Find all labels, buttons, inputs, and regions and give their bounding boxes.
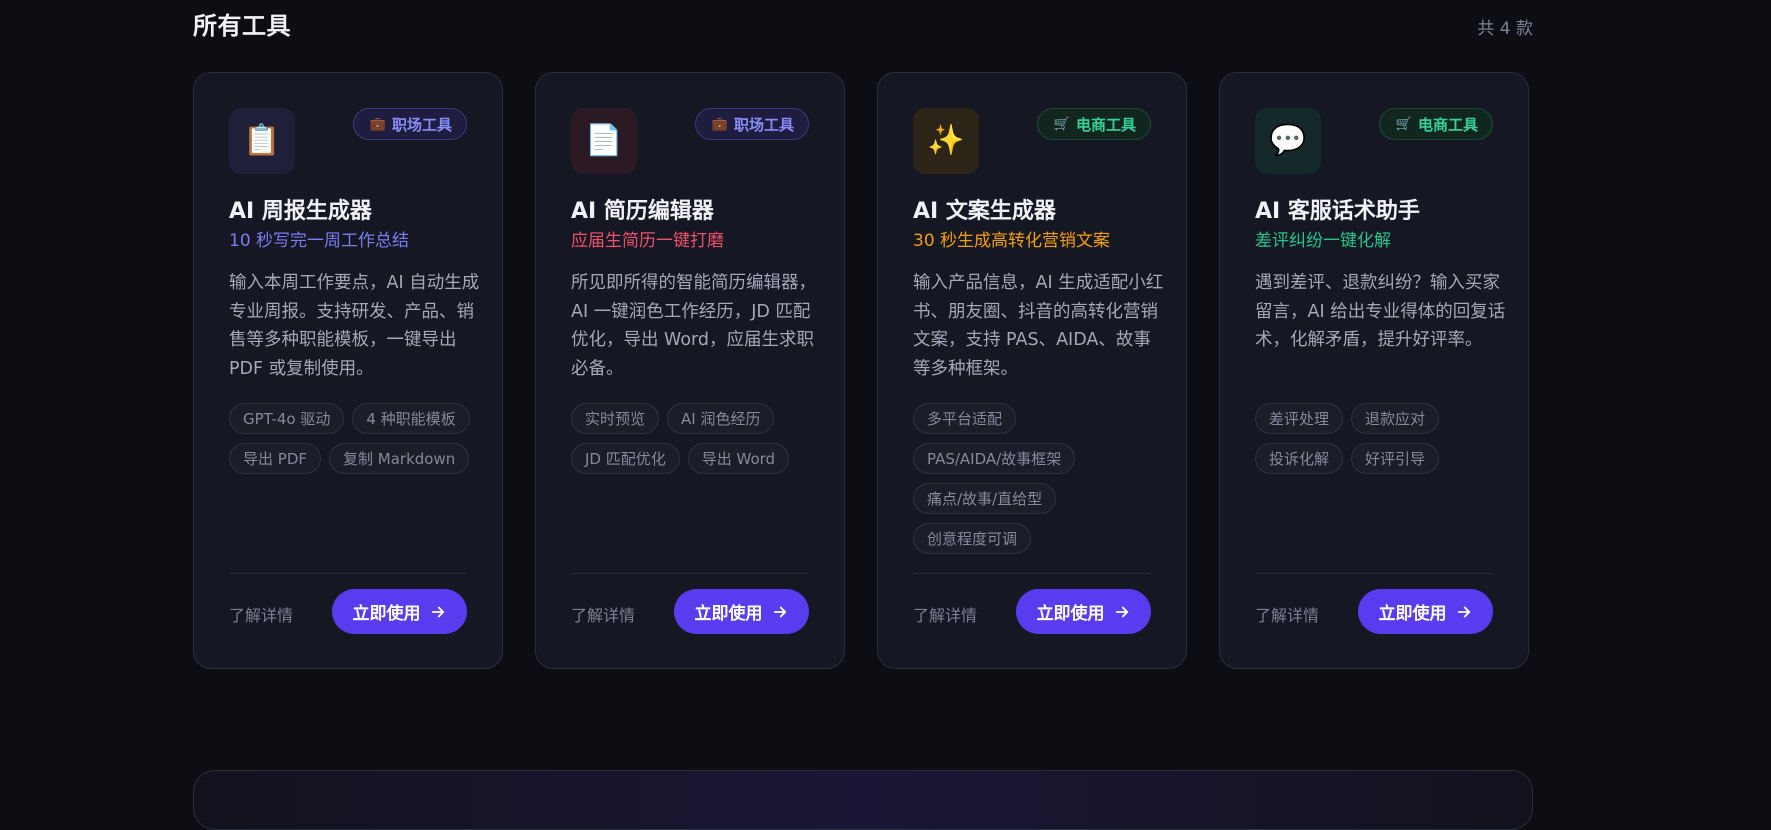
feature-tag: 导出 PDF [229, 443, 321, 474]
feature-tag: 痛点/故事/直给型 [913, 483, 1057, 514]
feature-tag: 多平台适配 [913, 403, 1017, 434]
tool-card[interactable]: 📋 💼 职场工具 AI 周报生成器 10 秒写完一周工作总结 输入本周工作要点，… [193, 72, 503, 669]
card-title: AI 文案生成器 [913, 199, 1056, 224]
card-subtitle: 差评纠纷一键化解 [1255, 231, 1391, 251]
feature-tag: 复制 Markdown [329, 443, 470, 474]
card-divider [1255, 573, 1493, 574]
category-badge-label: 职场工具 [391, 115, 452, 134]
card-description: 遇到差评、退款纠纷？输入买家留言，AI 给出专业得体的回复话术，化解矛盾，提升好… [1255, 273, 1506, 350]
category-badge-label: 电商工具 [1417, 115, 1478, 134]
tool-card[interactable]: 💬 🛒 电商工具 AI 客服话术助手 差评纠纷一键化解 遇到差评、退款纠纷？输入… [1219, 72, 1529, 669]
card-title: AI 客服话术助手 [1255, 199, 1420, 224]
arrow-right-icon [429, 603, 447, 621]
arrow-right-icon [1455, 603, 1473, 621]
feature-tag: 4 种职能模板 [352, 403, 470, 434]
use-now-label: 立即使用 [352, 604, 421, 624]
category-badge: 💼 职场工具 [352, 108, 467, 140]
card-subtitle: 应届生简历一键打磨 [571, 231, 724, 251]
learn-more-link[interactable]: 了解详情 [1255, 602, 1319, 626]
use-now-button[interactable]: 立即使用 [1016, 589, 1151, 634]
feature-tag: 退款应对 [1351, 403, 1440, 434]
feature-tags: 实时预览 AI 润色经历 JD 匹配优化 导出 Word [571, 403, 831, 474]
sparkles-icon: ✨ [913, 108, 979, 174]
briefcase-icon: 💼 [369, 116, 386, 132]
use-now-label: 立即使用 [1378, 604, 1447, 624]
use-now-label: 立即使用 [1036, 604, 1105, 624]
use-now-label: 立即使用 [694, 604, 763, 624]
card-divider [229, 573, 467, 574]
card-divider [913, 573, 1151, 574]
category-badge: 🛒 电商工具 [1036, 108, 1151, 140]
document-icon: 📄 [571, 108, 637, 174]
tool-card[interactable]: ✨ 🛒 电商工具 AI 文案生成器 30 秒生成高转化营销文案 输入产品信息，A… [877, 72, 1187, 669]
feature-tags: GPT-4o 驱动 4 种职能模板 导出 PDF 复制 Markdown [229, 403, 489, 474]
speech-bubble-icon: 💬 [1255, 108, 1321, 174]
card-subtitle: 10 秒写完一周工作总结 [229, 231, 410, 251]
feature-tag: 差评处理 [1255, 403, 1344, 434]
card-description: 输入本周工作要点，AI 自动生成专业周报。支持研发、产品、销售等多种职能模板，一… [229, 273, 480, 379]
category-badge: 🛒 电商工具 [1378, 108, 1493, 140]
feature-tags: 差评处理 退款应对 投诉化解 好评引导 [1255, 403, 1515, 474]
section-header: 所有工具 共 4 款 [193, 6, 1533, 46]
feature-tag: 导出 Word [687, 443, 790, 474]
clipboard-icon: 📋 [229, 108, 295, 174]
feature-tags: 多平台适配 PAS/AIDA/故事框架 痛点/故事/直给型 创意程度可调 [913, 403, 1173, 554]
use-now-button[interactable]: 立即使用 [332, 589, 467, 634]
feature-tag: 创意程度可调 [913, 523, 1032, 554]
category-badge: 💼 职场工具 [694, 108, 809, 140]
card-title: AI 简历编辑器 [571, 199, 714, 224]
learn-more-link[interactable]: 了解详情 [229, 602, 293, 626]
use-now-button[interactable]: 立即使用 [1358, 589, 1493, 634]
shopping-cart-icon: 🛒 [1395, 116, 1412, 132]
feature-tag: PAS/AIDA/故事框架 [913, 443, 1076, 474]
category-badge-label: 职场工具 [733, 115, 794, 134]
use-now-button[interactable]: 立即使用 [674, 589, 809, 634]
card-title: AI 周报生成器 [229, 199, 372, 224]
feature-tag: JD 匹配优化 [571, 443, 680, 474]
arrow-right-icon [1113, 603, 1131, 621]
briefcase-icon: 💼 [711, 116, 728, 132]
card-subtitle: 30 秒生成高转化营销文案 [913, 231, 1111, 251]
arrow-right-icon [771, 603, 789, 621]
feature-tag: 好评引导 [1351, 443, 1440, 474]
tool-card[interactable]: 📄 💼 职场工具 AI 简历编辑器 应届生简历一键打磨 所见即所得的智能简历编辑… [535, 72, 845, 669]
tool-count: 共 4 款 [1477, 19, 1533, 39]
category-badge-label: 电商工具 [1075, 115, 1136, 134]
card-divider [571, 573, 809, 574]
feature-tag: 实时预览 [571, 403, 660, 434]
bottom-banner [193, 770, 1533, 830]
learn-more-link[interactable]: 了解详情 [571, 602, 635, 626]
learn-more-link[interactable]: 了解详情 [913, 602, 977, 626]
feature-tag: GPT-4o 驱动 [229, 403, 345, 434]
feature-tag: AI 润色经历 [667, 403, 775, 434]
shopping-cart-icon: 🛒 [1053, 116, 1070, 132]
section-title: 所有工具 [193, 12, 291, 40]
card-description: 所见即所得的智能简历编辑器，AI 一键润色工作经历，JD 匹配优化，导出 Wor… [571, 273, 816, 379]
feature-tag: 投诉化解 [1255, 443, 1344, 474]
card-description: 输入产品信息，AI 生成适配小红书、朋友圈、抖音的高转化营销文案，支持 PAS、… [913, 273, 1164, 379]
